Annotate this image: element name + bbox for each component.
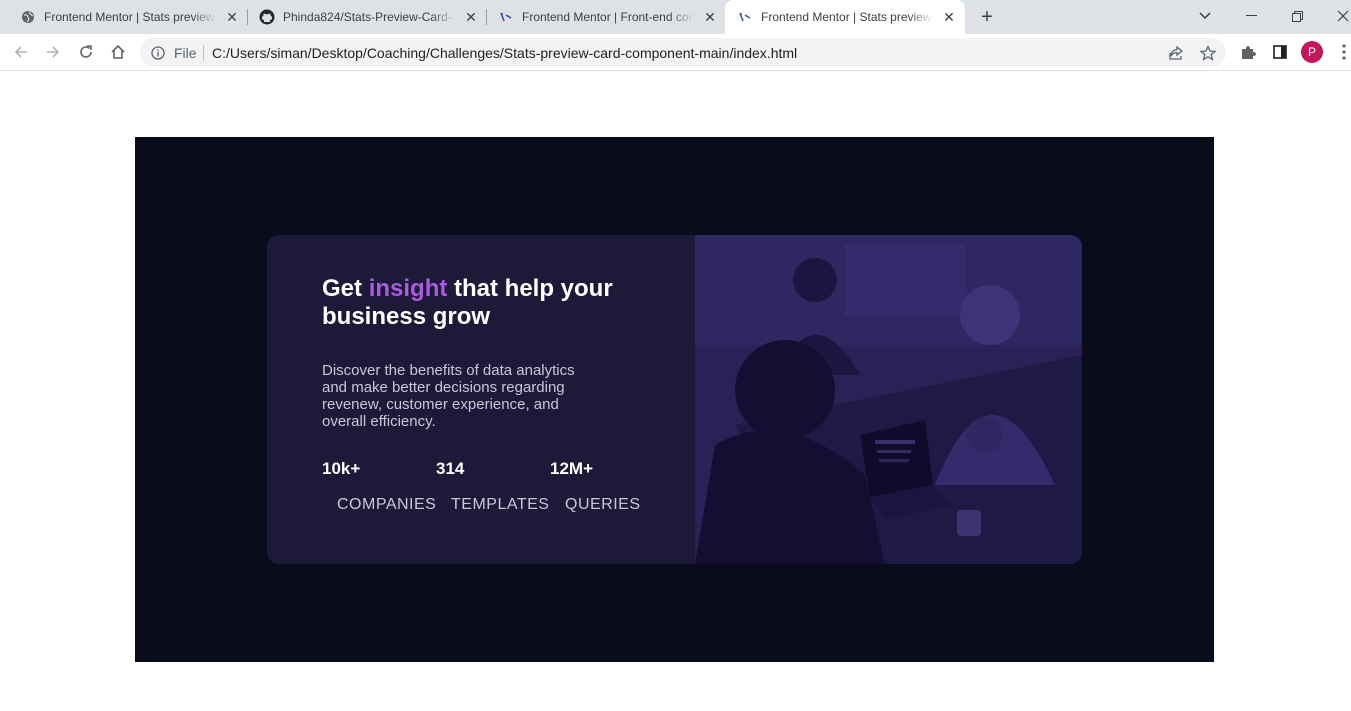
tab-title: Frontend Mentor | Stats preview card com… xyxy=(761,10,933,24)
tab-title: Frontend Mentor | Stats preview card com… xyxy=(44,10,216,24)
address-bar[interactable]: File C:/Users/siman/Desktop/Coaching/Cha… xyxy=(140,38,1226,67)
page-background: Get insight that help your business grow… xyxy=(135,137,1214,662)
site-info-icon[interactable] xyxy=(150,45,166,61)
stat-queries-value: 12M+ xyxy=(550,459,593,478)
new-tab-button[interactable]: + xyxy=(977,7,997,27)
stat-templates-value: 314 xyxy=(436,459,465,478)
office-team-photo xyxy=(695,235,1082,564)
close-tab-icon[interactable]: ✕ xyxy=(941,9,957,25)
globe-icon xyxy=(20,9,36,25)
close-tab-icon[interactable]: ✕ xyxy=(702,9,718,25)
card-headline: Get insight that help your business grow xyxy=(322,275,622,331)
menu-kebab-icon[interactable] xyxy=(1334,42,1351,62)
frontend-mentor-icon xyxy=(498,9,514,25)
tab-frontend-mentor[interactable]: Frontend Mentor | Front-end coding chall… xyxy=(486,0,720,34)
headline-accent: insight xyxy=(368,275,448,302)
stat-templates-label: TEMPLATES xyxy=(451,496,550,513)
restore-icon[interactable] xyxy=(1285,5,1309,27)
frontend-mentor-icon xyxy=(737,9,753,25)
github-icon xyxy=(259,9,275,25)
stat-queries-label: QUERIES xyxy=(565,496,641,513)
url-scheme: File xyxy=(174,45,197,61)
minimize-icon[interactable] xyxy=(1239,5,1263,27)
tab-github[interactable]: Phinda824/Stats-Preview-Card-Component ✕ xyxy=(247,0,481,34)
home-icon[interactable] xyxy=(108,42,128,62)
share-icon[interactable] xyxy=(1167,44,1185,62)
close-tab-icon[interactable]: ✕ xyxy=(224,9,240,25)
side-panel-icon[interactable] xyxy=(1270,42,1290,62)
tab-title: Frontend Mentor | Front-end coding chall… xyxy=(522,10,694,24)
stats-preview-card: Get insight that help your business grow… xyxy=(267,235,1082,564)
tab-stats-preview-active[interactable]: Frontend Mentor | Stats preview card com… xyxy=(725,0,965,34)
extensions-puzzle-icon[interactable] xyxy=(1238,42,1258,62)
back-arrow-icon[interactable] xyxy=(11,42,31,62)
bookmark-star-icon[interactable] xyxy=(1199,44,1217,62)
tab-search-chevron-icon[interactable] xyxy=(1193,5,1217,27)
card-description: Discover the benefits of data analytics … xyxy=(322,362,575,430)
close-tab-icon[interactable]: ✕ xyxy=(463,9,479,25)
tab-stats-preview-1[interactable]: Frontend Mentor | Stats preview card com… xyxy=(8,0,242,34)
url-text[interactable]: C:/Users/siman/Desktop/Coaching/Challeng… xyxy=(212,46,797,60)
divider xyxy=(203,45,204,61)
profile-avatar[interactable]: P xyxy=(1301,41,1323,63)
reload-icon[interactable] xyxy=(76,42,96,62)
headline-text: Get xyxy=(322,275,369,302)
card-text-section: Get insight that help your business grow… xyxy=(267,235,695,564)
close-window-icon[interactable] xyxy=(1331,5,1351,27)
stat-companies-label: COMPANIES xyxy=(337,496,437,513)
browser-toolbar: File C:/Users/siman/Desktop/Coaching/Cha… xyxy=(0,34,1351,71)
forward-arrow-icon[interactable] xyxy=(43,42,63,62)
stat-companies-value: 10k+ xyxy=(322,459,361,478)
tab-title: Phinda824/Stats-Preview-Card-Component xyxy=(283,10,455,24)
tab-strip: Frontend Mentor | Stats preview card com… xyxy=(0,0,1351,34)
